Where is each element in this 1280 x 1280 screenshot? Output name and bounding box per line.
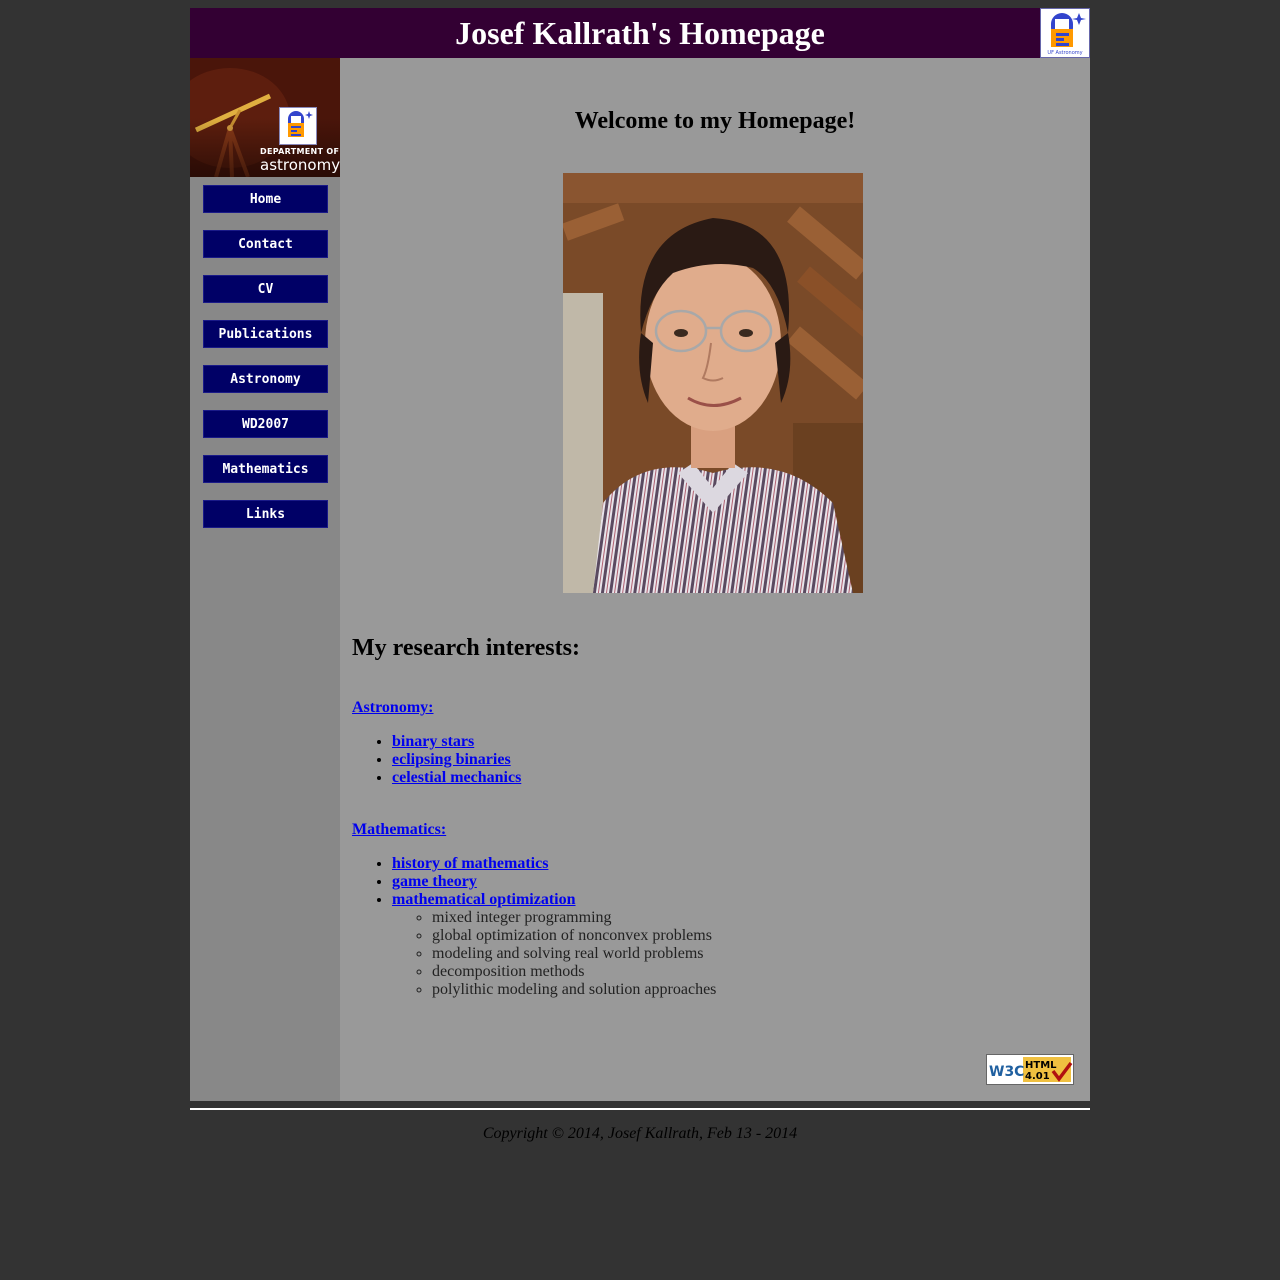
sublist-item: global optimization of nonconvex problem… <box>432 927 716 945</box>
main-content: Welcome to my Homepage! My research inte… <box>340 58 1090 1101</box>
page-wrapper: Josef Kallrath's Homepage UF Astronomy D… <box>190 8 1090 1101</box>
copyright-text: Copyright © 2014, Josef Kallrath, Feb 13… <box>482 1125 798 1142</box>
mathematics-list: history of mathematics game theory mathe… <box>352 855 716 999</box>
astronomy-list: binary stars eclipsing binaries celestia… <box>352 733 521 787</box>
list-item: binary stars <box>392 733 521 751</box>
game-theory-link[interactable]: game theory <box>392 873 477 890</box>
svg-text:W3C: W3C <box>989 1064 1024 1080</box>
sublist-item: decomposition methods <box>432 963 716 981</box>
mathematics-section-link[interactable]: Mathematics: <box>352 821 446 839</box>
sidebar: DEPARTMENT OF astronomy Home Contact CV … <box>190 58 340 1101</box>
eclipsing-binaries-link[interactable]: eclipsing binaries <box>392 751 511 768</box>
binary-stars-link[interactable]: binary stars <box>392 733 474 750</box>
nav-publications-button[interactable]: Publications <box>203 320 328 348</box>
research-heading: My research interests: <box>352 635 580 661</box>
mathematical-optimization-link[interactable]: mathematical optimization <box>392 891 576 908</box>
nav-contact-button[interactable]: Contact <box>203 230 328 258</box>
history-of-mathematics-link[interactable]: history of mathematics <box>392 855 548 872</box>
site-header: Josef Kallrath's Homepage UF Astronomy <box>190 8 1090 58</box>
banner-line2: astronomy <box>260 156 340 174</box>
celestial-mechanics-link[interactable]: celestial mechanics <box>392 769 521 786</box>
nav-wd2007-button[interactable]: WD2007 <box>203 410 328 438</box>
page-title: Josef Kallrath's Homepage <box>455 15 825 51</box>
list-item: celestial mechanics <box>392 769 521 787</box>
svg-text:UF Astronomy: UF Astronomy <box>1047 50 1082 56</box>
svg-text:4.01: 4.01 <box>1025 1071 1050 1082</box>
sublist-item: modeling and solving real world problems <box>432 945 716 963</box>
sublist-item: mixed integer programming <box>432 909 716 927</box>
sublist-item: polylithic modeling and solution approac… <box>432 981 716 999</box>
w3c-html-valid-badge[interactable]: W3C HTML 4.01 <box>986 1054 1074 1085</box>
list-item: game theory <box>392 873 716 891</box>
nav-cv-button[interactable]: CV <box>203 275 328 303</box>
list-item: history of mathematics <box>392 855 716 873</box>
nav-links-button[interactable]: Links <box>203 500 328 528</box>
layout-body: DEPARTMENT OF astronomy Home Contact CV … <box>190 58 1090 1101</box>
list-item: mathematical optimization mixed integer … <box>392 891 716 999</box>
department-banner[interactable]: DEPARTMENT OF astronomy <box>190 58 340 177</box>
nav-home-button[interactable]: Home <box>203 185 328 213</box>
uf-astronomy-mini-logo-icon <box>279 107 317 145</box>
nav-astronomy-button[interactable]: Astronomy <box>203 365 328 393</box>
list-item: eclipsing binaries <box>392 751 521 769</box>
uf-astronomy-logo-icon[interactable]: UF Astronomy <box>1040 8 1090 58</box>
svg-text:HTML: HTML <box>1025 1060 1057 1071</box>
welcome-heading: Welcome to my Homepage! <box>574 108 856 134</box>
optimization-sublist: mixed integer programming global optimiz… <box>392 909 716 999</box>
nav-mathematics-button[interactable]: Mathematics <box>203 455 328 483</box>
astronomy-section-link[interactable]: Astronomy: <box>352 699 433 717</box>
banner-line1: DEPARTMENT OF <box>260 147 340 156</box>
footer-divider <box>190 1108 1090 1110</box>
portrait-photo <box>563 173 863 593</box>
